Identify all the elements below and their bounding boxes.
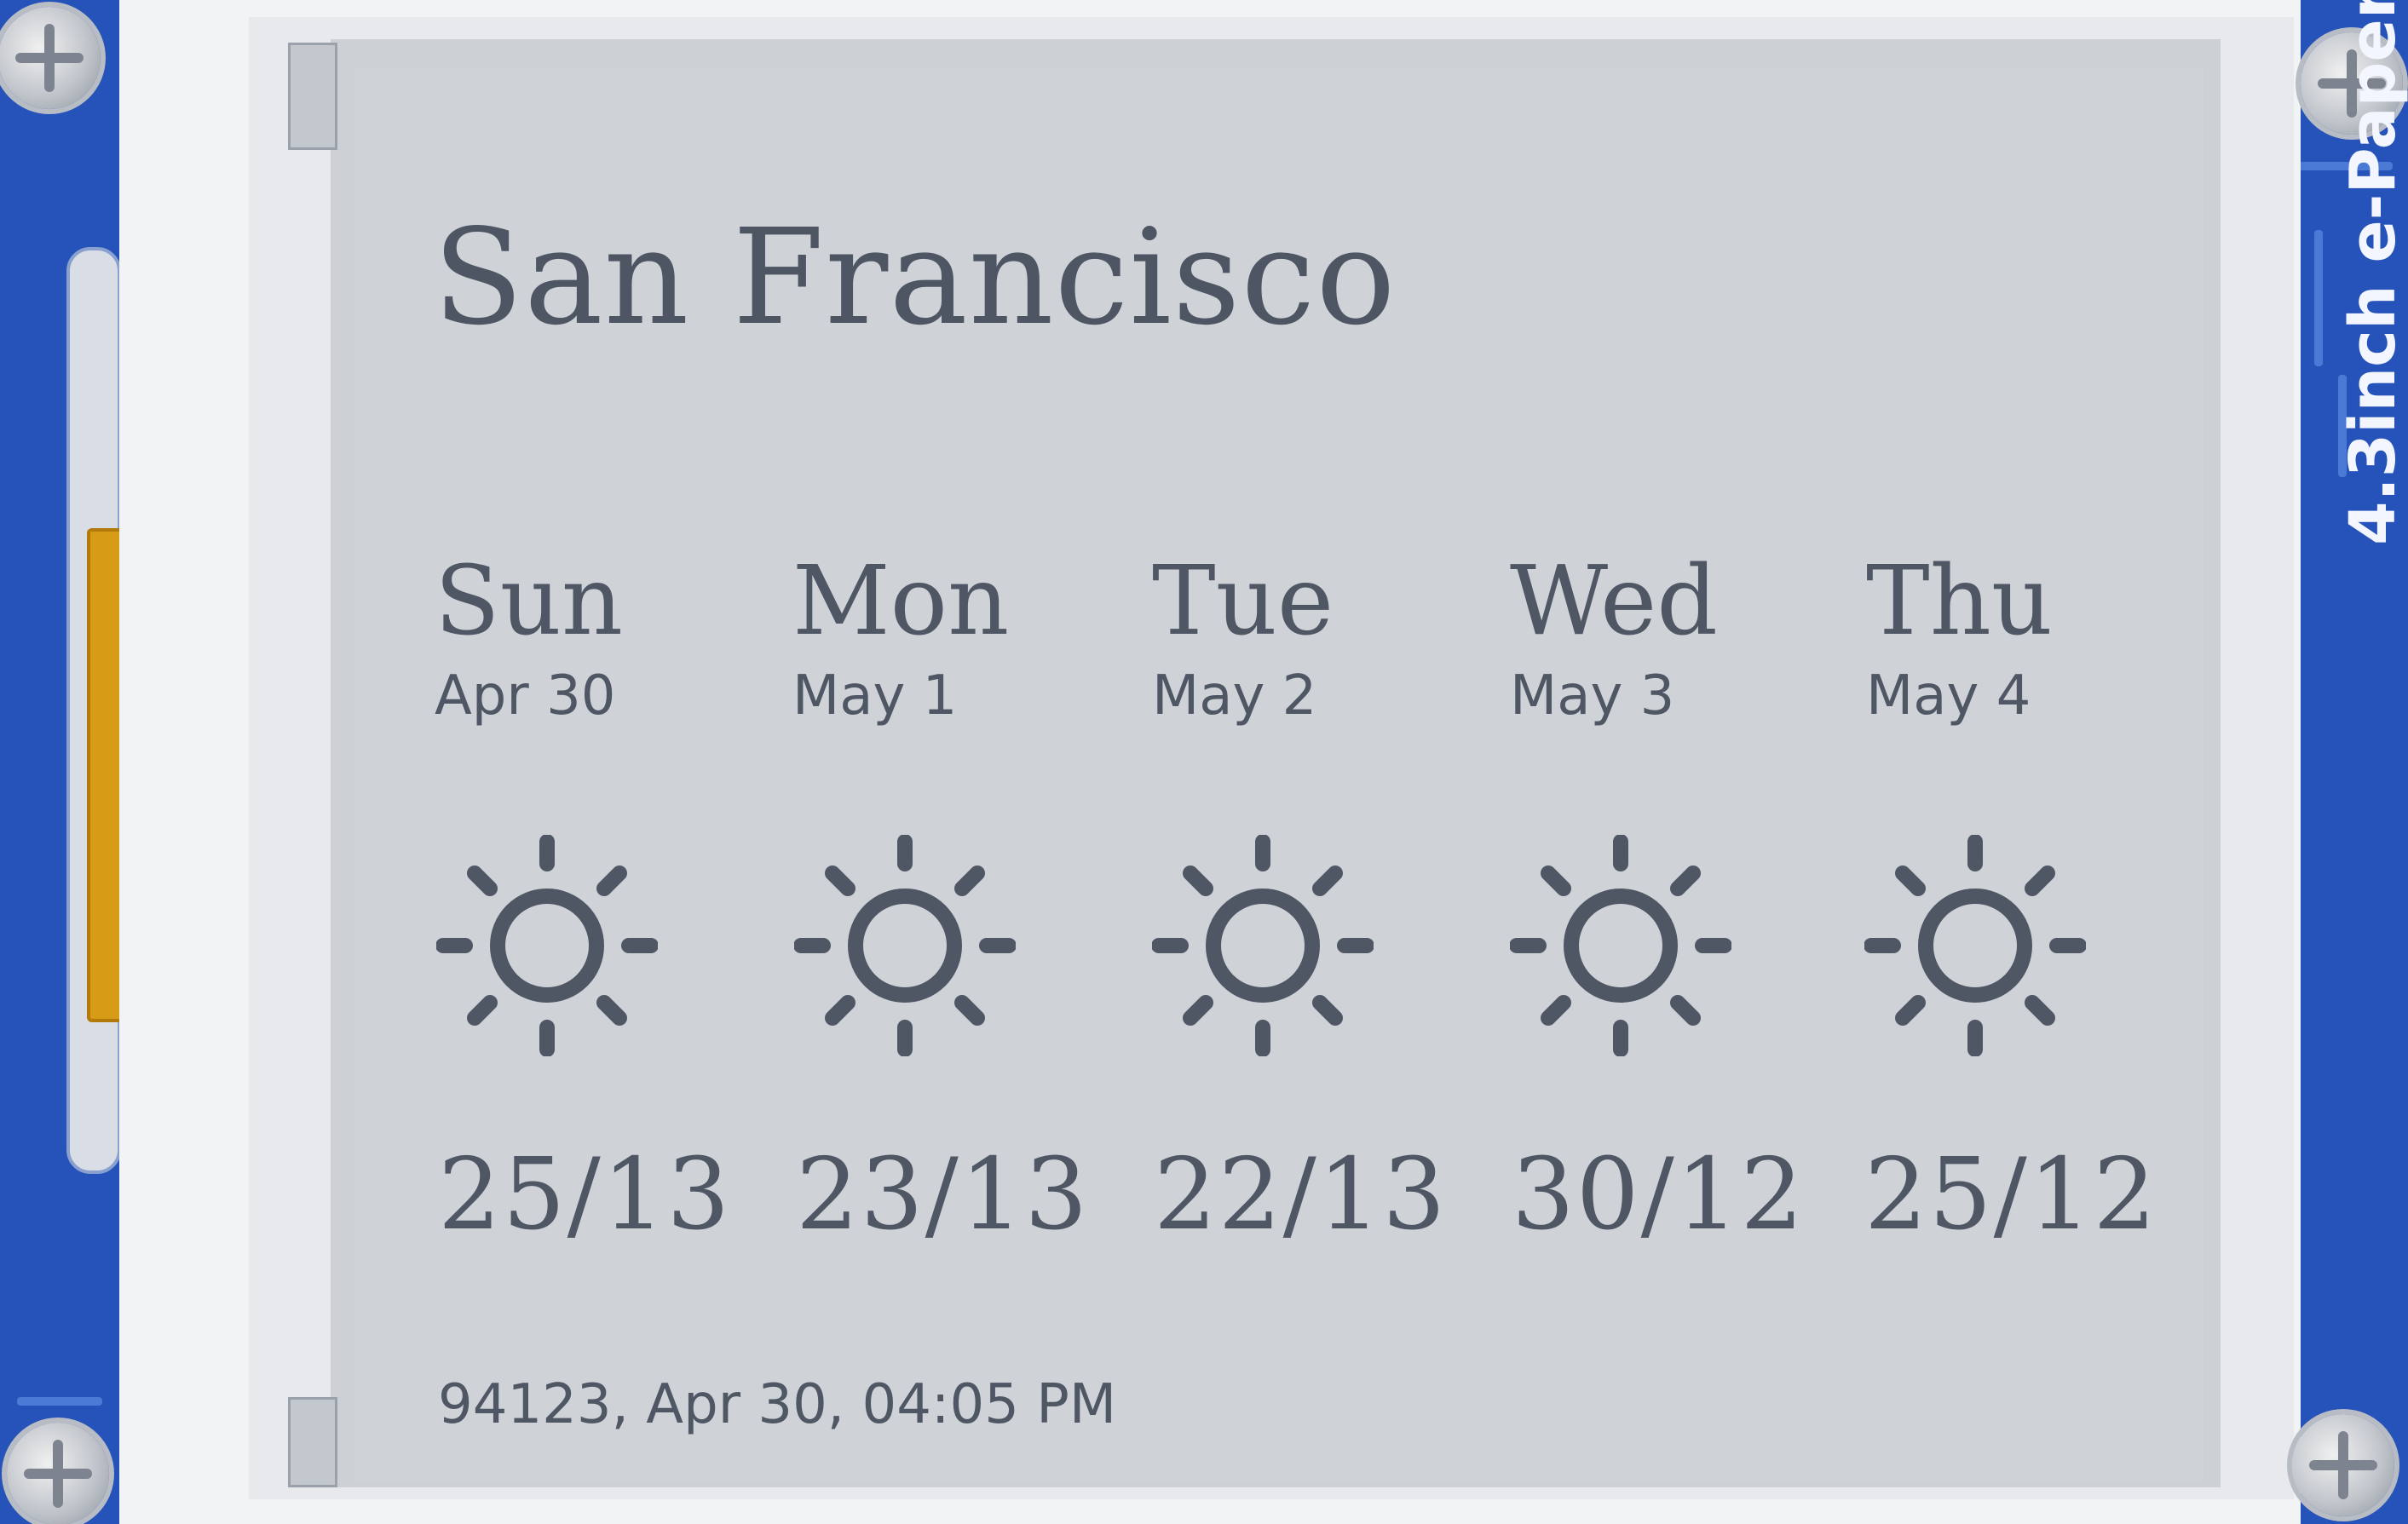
day-date: May 1 bbox=[792, 664, 958, 727]
weather-dashboard: San Francisco Sun Apr 30 Mon May 1 Tue M… bbox=[0, 0, 2408, 1524]
sun-icon bbox=[436, 835, 658, 1056]
temperature-range: 30/12 bbox=[1512, 1137, 1806, 1252]
day-name: Mon bbox=[792, 546, 1010, 657]
day-name: Thu bbox=[1866, 546, 2053, 657]
temperature-range: 25/13 bbox=[438, 1137, 732, 1252]
forecast-day-1: Mon May 1 bbox=[792, 554, 1116, 727]
day-name: Tue bbox=[1152, 546, 1334, 657]
temperature-range: 25/12 bbox=[1864, 1137, 2158, 1252]
day-date: May 2 bbox=[1152, 664, 1317, 727]
day-name: Wed bbox=[1510, 546, 1718, 657]
status-footer: 94123, Apr 30, 04:05 PM bbox=[438, 1373, 1117, 1436]
temperature-range: 22/13 bbox=[1154, 1137, 1448, 1252]
city-title: San Francisco bbox=[433, 200, 1397, 354]
forecast-day-3: Wed May 3 bbox=[1510, 554, 1834, 727]
temperature-range: 23/13 bbox=[796, 1137, 1090, 1252]
epaper-device: 4.3inch e-Paper San Francisco Sun Apr 30… bbox=[0, 0, 2408, 1524]
sun-icon bbox=[1864, 835, 2086, 1056]
forecast-day-4: Thu May 4 bbox=[1866, 554, 2190, 727]
day-date: May 3 bbox=[1510, 664, 1675, 727]
day-date: May 4 bbox=[1866, 664, 2031, 727]
forecast-day-2: Tue May 2 bbox=[1152, 554, 1476, 727]
sun-icon bbox=[1510, 835, 1731, 1056]
sun-icon bbox=[1152, 835, 1374, 1056]
sun-icon bbox=[794, 835, 1016, 1056]
day-date: Apr 30 bbox=[435, 664, 616, 727]
day-name: Sun bbox=[435, 546, 623, 657]
forecast-day-0: Sun Apr 30 bbox=[435, 554, 758, 727]
